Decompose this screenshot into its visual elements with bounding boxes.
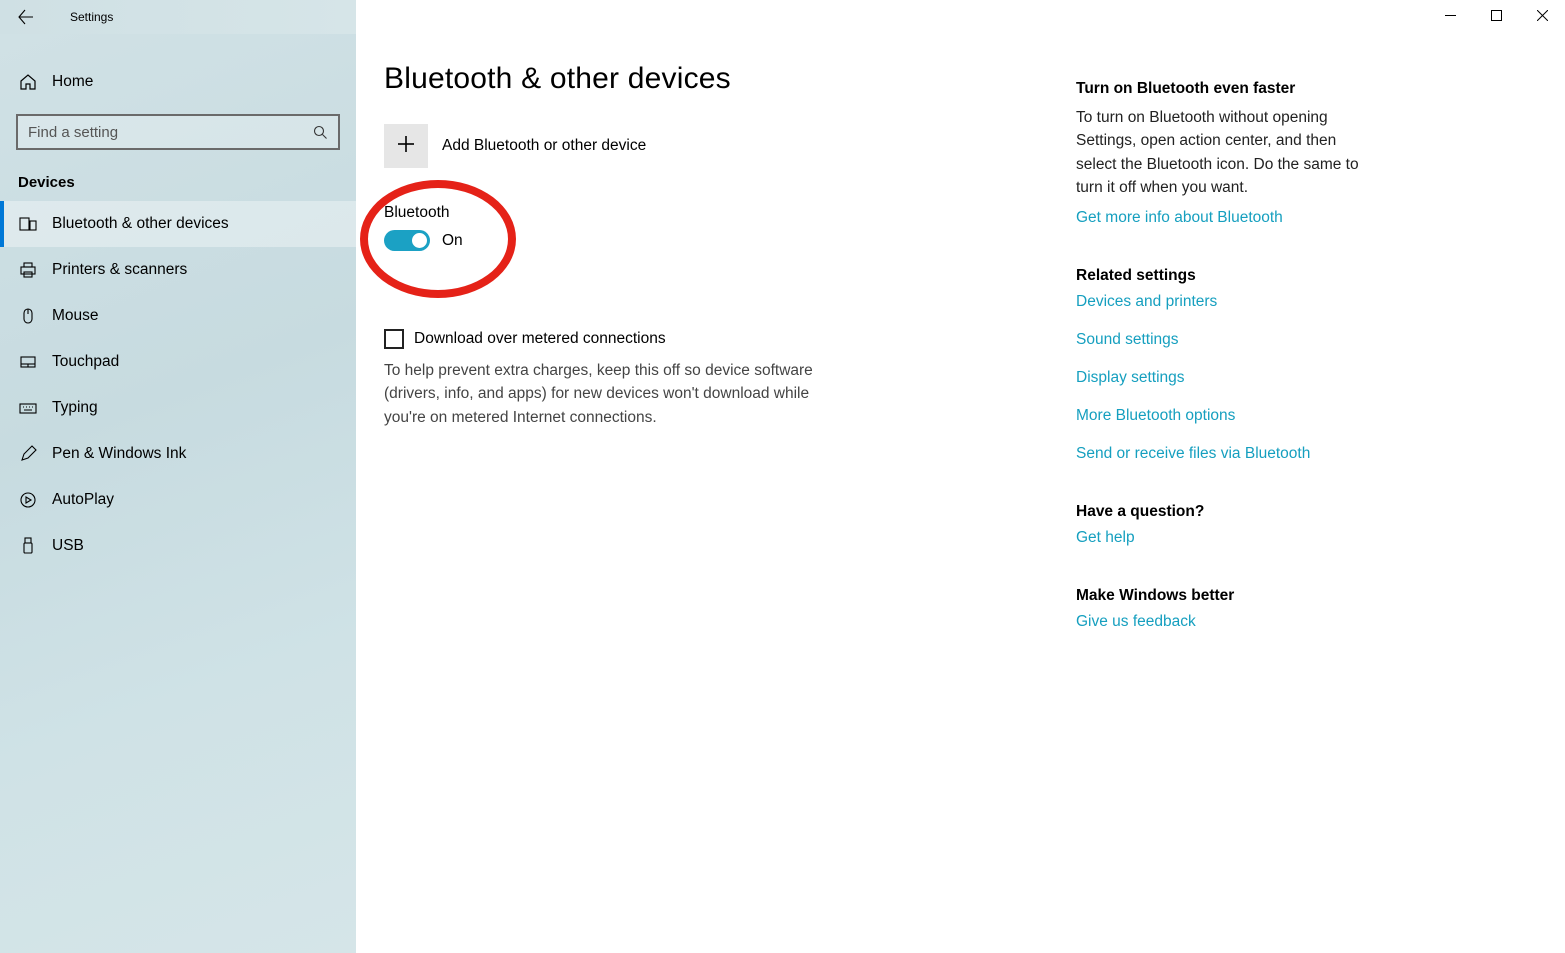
sidebar-item-mouse[interactable]: Mouse [0,293,356,339]
add-device-label: Add Bluetooth or other device [442,137,646,155]
sidebar: Home Devices Bluetooth & other devices P… [0,34,356,953]
minimize-button[interactable] [1427,0,1473,34]
app-title: Settings [52,10,113,24]
add-device-button[interactable]: Add Bluetooth or other device [384,124,1076,168]
autoplay-icon [18,491,38,509]
related-link-display[interactable]: Display settings [1076,369,1376,387]
toggle-knob [412,233,427,248]
printer-icon [18,261,38,279]
maximize-button[interactable] [1473,0,1519,34]
sidebar-item-typing[interactable]: Typing [0,385,356,431]
back-button[interactable] [0,0,52,34]
keyboard-icon [18,399,38,417]
sidebar-category: Devices [0,154,356,201]
main: Bluetooth & other devices Add Bluetooth … [356,34,1565,953]
sidebar-item-label: USB [52,537,84,555]
related-link-more-bt[interactable]: More Bluetooth options [1076,407,1376,425]
faster-heading: Turn on Bluetooth even faster [1076,80,1376,98]
page-title: Bluetooth & other devices [384,62,1076,96]
bluetooth-toggle[interactable] [384,230,430,251]
home-button[interactable]: Home [0,62,356,102]
metered-description: To help prevent extra charges, keep this… [384,359,854,429]
better-block: Make Windows better Give us feedback [1076,587,1376,631]
devices-icon [18,215,38,233]
better-heading: Make Windows better [1076,587,1376,605]
home-icon [18,73,38,91]
search-input[interactable] [18,124,302,141]
sidebar-item-autoplay[interactable]: AutoPlay [0,477,356,523]
sidebar-item-printers[interactable]: Printers & scanners [0,247,356,293]
mouse-icon [18,307,38,325]
sidebar-item-label: Pen & Windows Ink [52,445,186,463]
faster-link[interactable]: Get more info about Bluetooth [1076,209,1376,227]
metered-checkbox[interactable] [384,329,404,349]
plus-icon [397,135,415,158]
sidebar-item-bluetooth[interactable]: Bluetooth & other devices [0,201,356,247]
faster-text: To turn on Bluetooth without opening Set… [1076,106,1376,199]
plus-box [384,124,428,168]
usb-icon [18,537,38,555]
close-button[interactable] [1519,0,1565,34]
close-icon [1537,8,1548,26]
pen-icon [18,445,38,463]
right-panel: Turn on Bluetooth even faster To turn on… [1076,62,1376,953]
titlebar-left: Settings [0,0,356,34]
metered-section: Download over metered connections To hel… [384,329,1076,429]
search-box[interactable] [16,114,340,150]
window-controls [356,0,1565,34]
sidebar-item-pen[interactable]: Pen & Windows Ink [0,431,356,477]
metered-checkbox-row[interactable]: Download over metered connections [384,329,1076,349]
sidebar-item-label: Mouse [52,307,99,325]
metered-label: Download over metered connections [414,330,666,348]
sidebar-item-label: Bluetooth & other devices [52,215,229,233]
content: Home Devices Bluetooth & other devices P… [0,34,1565,953]
maximize-icon [1491,8,1502,26]
bluetooth-state: On [442,232,463,250]
sidebar-item-label: AutoPlay [52,491,114,509]
titlebar: Settings [0,0,1565,34]
related-link-sound[interactable]: Sound settings [1076,331,1376,349]
faster-block: Turn on Bluetooth even faster To turn on… [1076,80,1376,227]
sidebar-item-label: Touchpad [52,353,119,371]
touchpad-icon [18,353,38,371]
related-link-send-files[interactable]: Send or receive files via Bluetooth [1076,445,1376,463]
bluetooth-section: Bluetooth On [384,194,1076,281]
back-arrow-icon [18,9,34,25]
related-heading: Related settings [1076,267,1376,285]
search-container [0,102,356,154]
question-heading: Have a question? [1076,503,1376,521]
related-block: Related settings Devices and printers So… [1076,267,1376,463]
minimize-icon [1445,8,1456,26]
bluetooth-toggle-row: On [384,230,1076,251]
get-help-link[interactable]: Get help [1076,529,1376,547]
bluetooth-label: Bluetooth [384,204,1076,222]
sidebar-item-usb[interactable]: USB [0,523,356,569]
question-block: Have a question? Get help [1076,503,1376,547]
feedback-link[interactable]: Give us feedback [1076,613,1376,631]
main-content: Bluetooth & other devices Add Bluetooth … [356,62,1076,953]
sidebar-item-touchpad[interactable]: Touchpad [0,339,356,385]
related-link-devices[interactable]: Devices and printers [1076,293,1376,311]
sidebar-item-label: Typing [52,399,98,417]
home-label: Home [52,73,93,91]
search-icon [302,125,338,140]
sidebar-item-label: Printers & scanners [52,261,187,279]
